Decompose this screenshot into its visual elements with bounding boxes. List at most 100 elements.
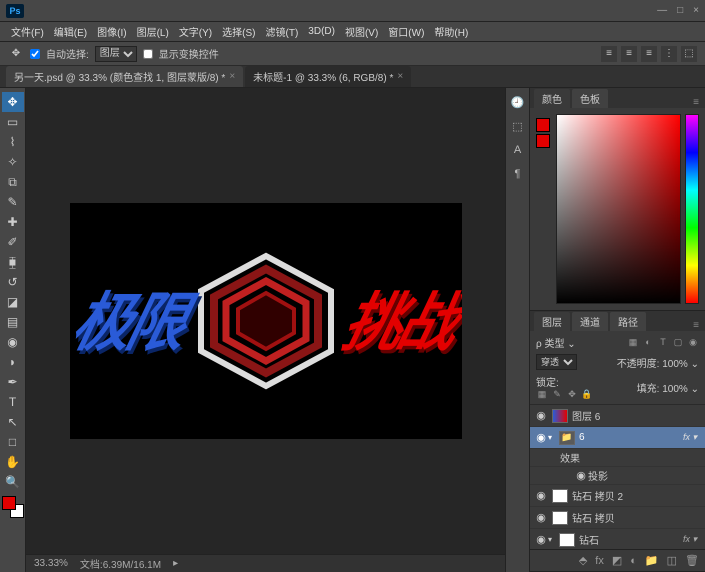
panel-menu-icon[interactable]: ≡ xyxy=(687,320,705,331)
fx-item-row[interactable]: ◉ 投影 xyxy=(530,467,705,485)
move-tool[interactable]: ✥ xyxy=(2,92,24,112)
layer-thumb[interactable] xyxy=(552,489,568,503)
path-selection-tool[interactable]: ↖ xyxy=(2,412,24,432)
menu-file[interactable]: 文件(F) xyxy=(6,24,49,39)
visibility-icon[interactable]: ◉ xyxy=(534,533,548,546)
close-tab-icon[interactable]: × xyxy=(397,71,403,82)
document-info[interactable]: 文档:6.39M/16.1M xyxy=(80,556,161,571)
visibility-icon[interactable]: ◉ xyxy=(534,511,548,524)
paths-tab[interactable]: 路径 xyxy=(610,312,646,331)
fx-badge[interactable]: fx ▾ xyxy=(679,534,701,545)
document-tab[interactable]: 另一天.psd @ 33.3% (颜色查找 1, 图层蒙版/8) * × xyxy=(6,66,243,87)
hand-tool[interactable]: ✋ xyxy=(2,452,24,472)
status-arrow-icon[interactable]: ▸ xyxy=(173,558,178,569)
blur-tool[interactable]: ◉ xyxy=(2,332,24,352)
zoom-level[interactable]: 33.33% xyxy=(34,558,68,569)
swatches-tab[interactable]: 色板 xyxy=(572,89,608,108)
visibility-icon[interactable]: ◉ xyxy=(534,431,548,444)
panel-background-swatch[interactable] xyxy=(536,134,550,148)
panel-menu-icon[interactable]: ≡ xyxy=(687,97,705,108)
layer-thumb[interactable] xyxy=(552,409,568,423)
type-tool[interactable]: T xyxy=(2,392,24,412)
distribute-icon[interactable]: ⋮ xyxy=(661,46,677,62)
channels-tab[interactable]: 通道 xyxy=(572,312,608,331)
rectangle-tool[interactable]: □ xyxy=(2,432,24,452)
group-thumb[interactable]: 📁 xyxy=(559,431,575,445)
menu-edit[interactable]: 编辑(E) xyxy=(49,24,92,39)
eraser-tool[interactable]: ◪ xyxy=(2,292,24,312)
visibility-icon[interactable]: ◉ xyxy=(534,489,548,502)
menu-3d[interactable]: 3D(D) xyxy=(303,26,340,37)
paragraph-panel-icon[interactable]: ¶ xyxy=(510,166,526,182)
new-layer-icon[interactable]: ◫ xyxy=(667,554,677,567)
expand-icon[interactable]: ▾ xyxy=(548,535,555,544)
layer-mask-icon[interactable]: ◩ xyxy=(612,554,622,567)
layer-list[interactable]: ◉ 图层 6 ◉ ▾ 📁 6 fx ▾ xyxy=(530,405,705,549)
eyedropper-tool[interactable]: ✎ xyxy=(2,192,24,212)
adjustment-layer-icon[interactable]: ◐ xyxy=(630,555,637,567)
visibility-icon[interactable]: ◉ xyxy=(574,469,588,482)
lasso-tool[interactable]: ⌇ xyxy=(2,132,24,152)
layer-name[interactable]: 钻石 拷贝 xyxy=(572,510,701,525)
hue-slider[interactable] xyxy=(685,114,699,304)
blend-mode-dropdown[interactable]: 穿透 xyxy=(536,354,577,370)
close-tab-icon[interactable]: × xyxy=(229,71,235,82)
canvas-area[interactable]: 极限 挑战 xyxy=(26,88,505,554)
auto-select-checkbox[interactable] xyxy=(30,49,40,59)
menu-view[interactable]: 视图(V) xyxy=(340,24,383,39)
color-tab[interactable]: 颜色 xyxy=(534,89,570,108)
layer-name[interactable]: 图层 6 xyxy=(572,408,701,423)
clone-stamp-tool[interactable]: ⧯ xyxy=(2,252,24,272)
new-group-icon[interactable]: 📁 xyxy=(645,554,659,567)
layer-row[interactable]: ◉ 图层 6 xyxy=(530,405,705,427)
pen-tool[interactable]: ✒ xyxy=(2,372,24,392)
layer-thumb[interactable] xyxy=(559,533,575,547)
window-maximize[interactable]: □ xyxy=(677,5,683,16)
expand-icon[interactable]: ▾ xyxy=(548,433,555,442)
auto-select-dropdown[interactable]: 图层 xyxy=(95,46,137,62)
character-panel-icon[interactable]: A xyxy=(510,142,526,158)
fill-value[interactable]: 100% xyxy=(662,384,688,395)
saturation-value-picker[interactable] xyxy=(556,114,681,304)
properties-panel-icon[interactable]: ⬚ xyxy=(510,118,526,134)
3d-mode-icon[interactable]: ⬚ xyxy=(681,46,697,62)
align-center-icon[interactable]: ≡ xyxy=(621,46,637,62)
brush-tool[interactable]: ✐ xyxy=(2,232,24,252)
magic-wand-tool[interactable]: ✧ xyxy=(2,152,24,172)
panel-foreground-swatch[interactable] xyxy=(536,118,550,132)
dodge-tool[interactable]: ◗ xyxy=(2,352,24,372)
document-tab-active[interactable]: 未标题-1 @ 33.3% (6, RGB/8) * × xyxy=(245,66,411,87)
menu-window[interactable]: 窗口(W) xyxy=(383,24,429,39)
delete-layer-icon[interactable]: 🗑 xyxy=(685,554,699,567)
layer-group-row[interactable]: ◉ ▾ 📁 6 fx ▾ xyxy=(530,427,705,449)
layer-thumb[interactable] xyxy=(552,511,568,525)
layer-row[interactable]: ◉ 钻石 拷贝 2 xyxy=(530,485,705,507)
marquee-tool[interactable]: ▭ xyxy=(2,112,24,132)
align-left-icon[interactable]: ≡ xyxy=(601,46,617,62)
layer-name[interactable]: 钻石 xyxy=(579,532,679,547)
link-layers-icon[interactable]: ⬘ xyxy=(579,554,587,567)
menu-help[interactable]: 帮助(H) xyxy=(429,24,473,39)
color-swatches[interactable] xyxy=(2,496,24,518)
zoom-tool[interactable]: 🔍 xyxy=(2,472,24,492)
menu-filter[interactable]: 滤镜(T) xyxy=(261,24,304,39)
fx-badge[interactable]: fx ▾ xyxy=(679,432,701,443)
layer-filter-icons[interactable]: ▦◐T▢◉ xyxy=(627,337,699,348)
layers-tab[interactable]: 图层 xyxy=(534,312,570,331)
menu-layer[interactable]: 图层(L) xyxy=(132,24,174,39)
gradient-tool[interactable]: ▤ xyxy=(2,312,24,332)
menu-type[interactable]: 文字(Y) xyxy=(174,24,217,39)
layer-row[interactable]: ◉ 钻石 拷贝 xyxy=(530,507,705,529)
window-close[interactable]: × xyxy=(693,5,699,16)
history-panel-icon[interactable]: 🕘 xyxy=(510,94,526,110)
layer-fx-icon[interactable]: fx xyxy=(595,555,604,567)
foreground-color-swatch[interactable] xyxy=(2,496,16,510)
window-minimize[interactable]: — xyxy=(657,5,667,16)
history-brush-tool[interactable]: ↺ xyxy=(2,272,24,292)
lock-icons[interactable]: ▦✎✥🔒 xyxy=(536,389,593,400)
menu-select[interactable]: 选择(S) xyxy=(217,24,260,39)
opacity-value[interactable]: 100% xyxy=(662,359,688,370)
layer-row[interactable]: ◉ ▾ 钻石 fx ▾ xyxy=(530,529,705,549)
align-right-icon[interactable]: ≡ xyxy=(641,46,657,62)
fx-header-row[interactable]: 效果 xyxy=(530,449,705,467)
